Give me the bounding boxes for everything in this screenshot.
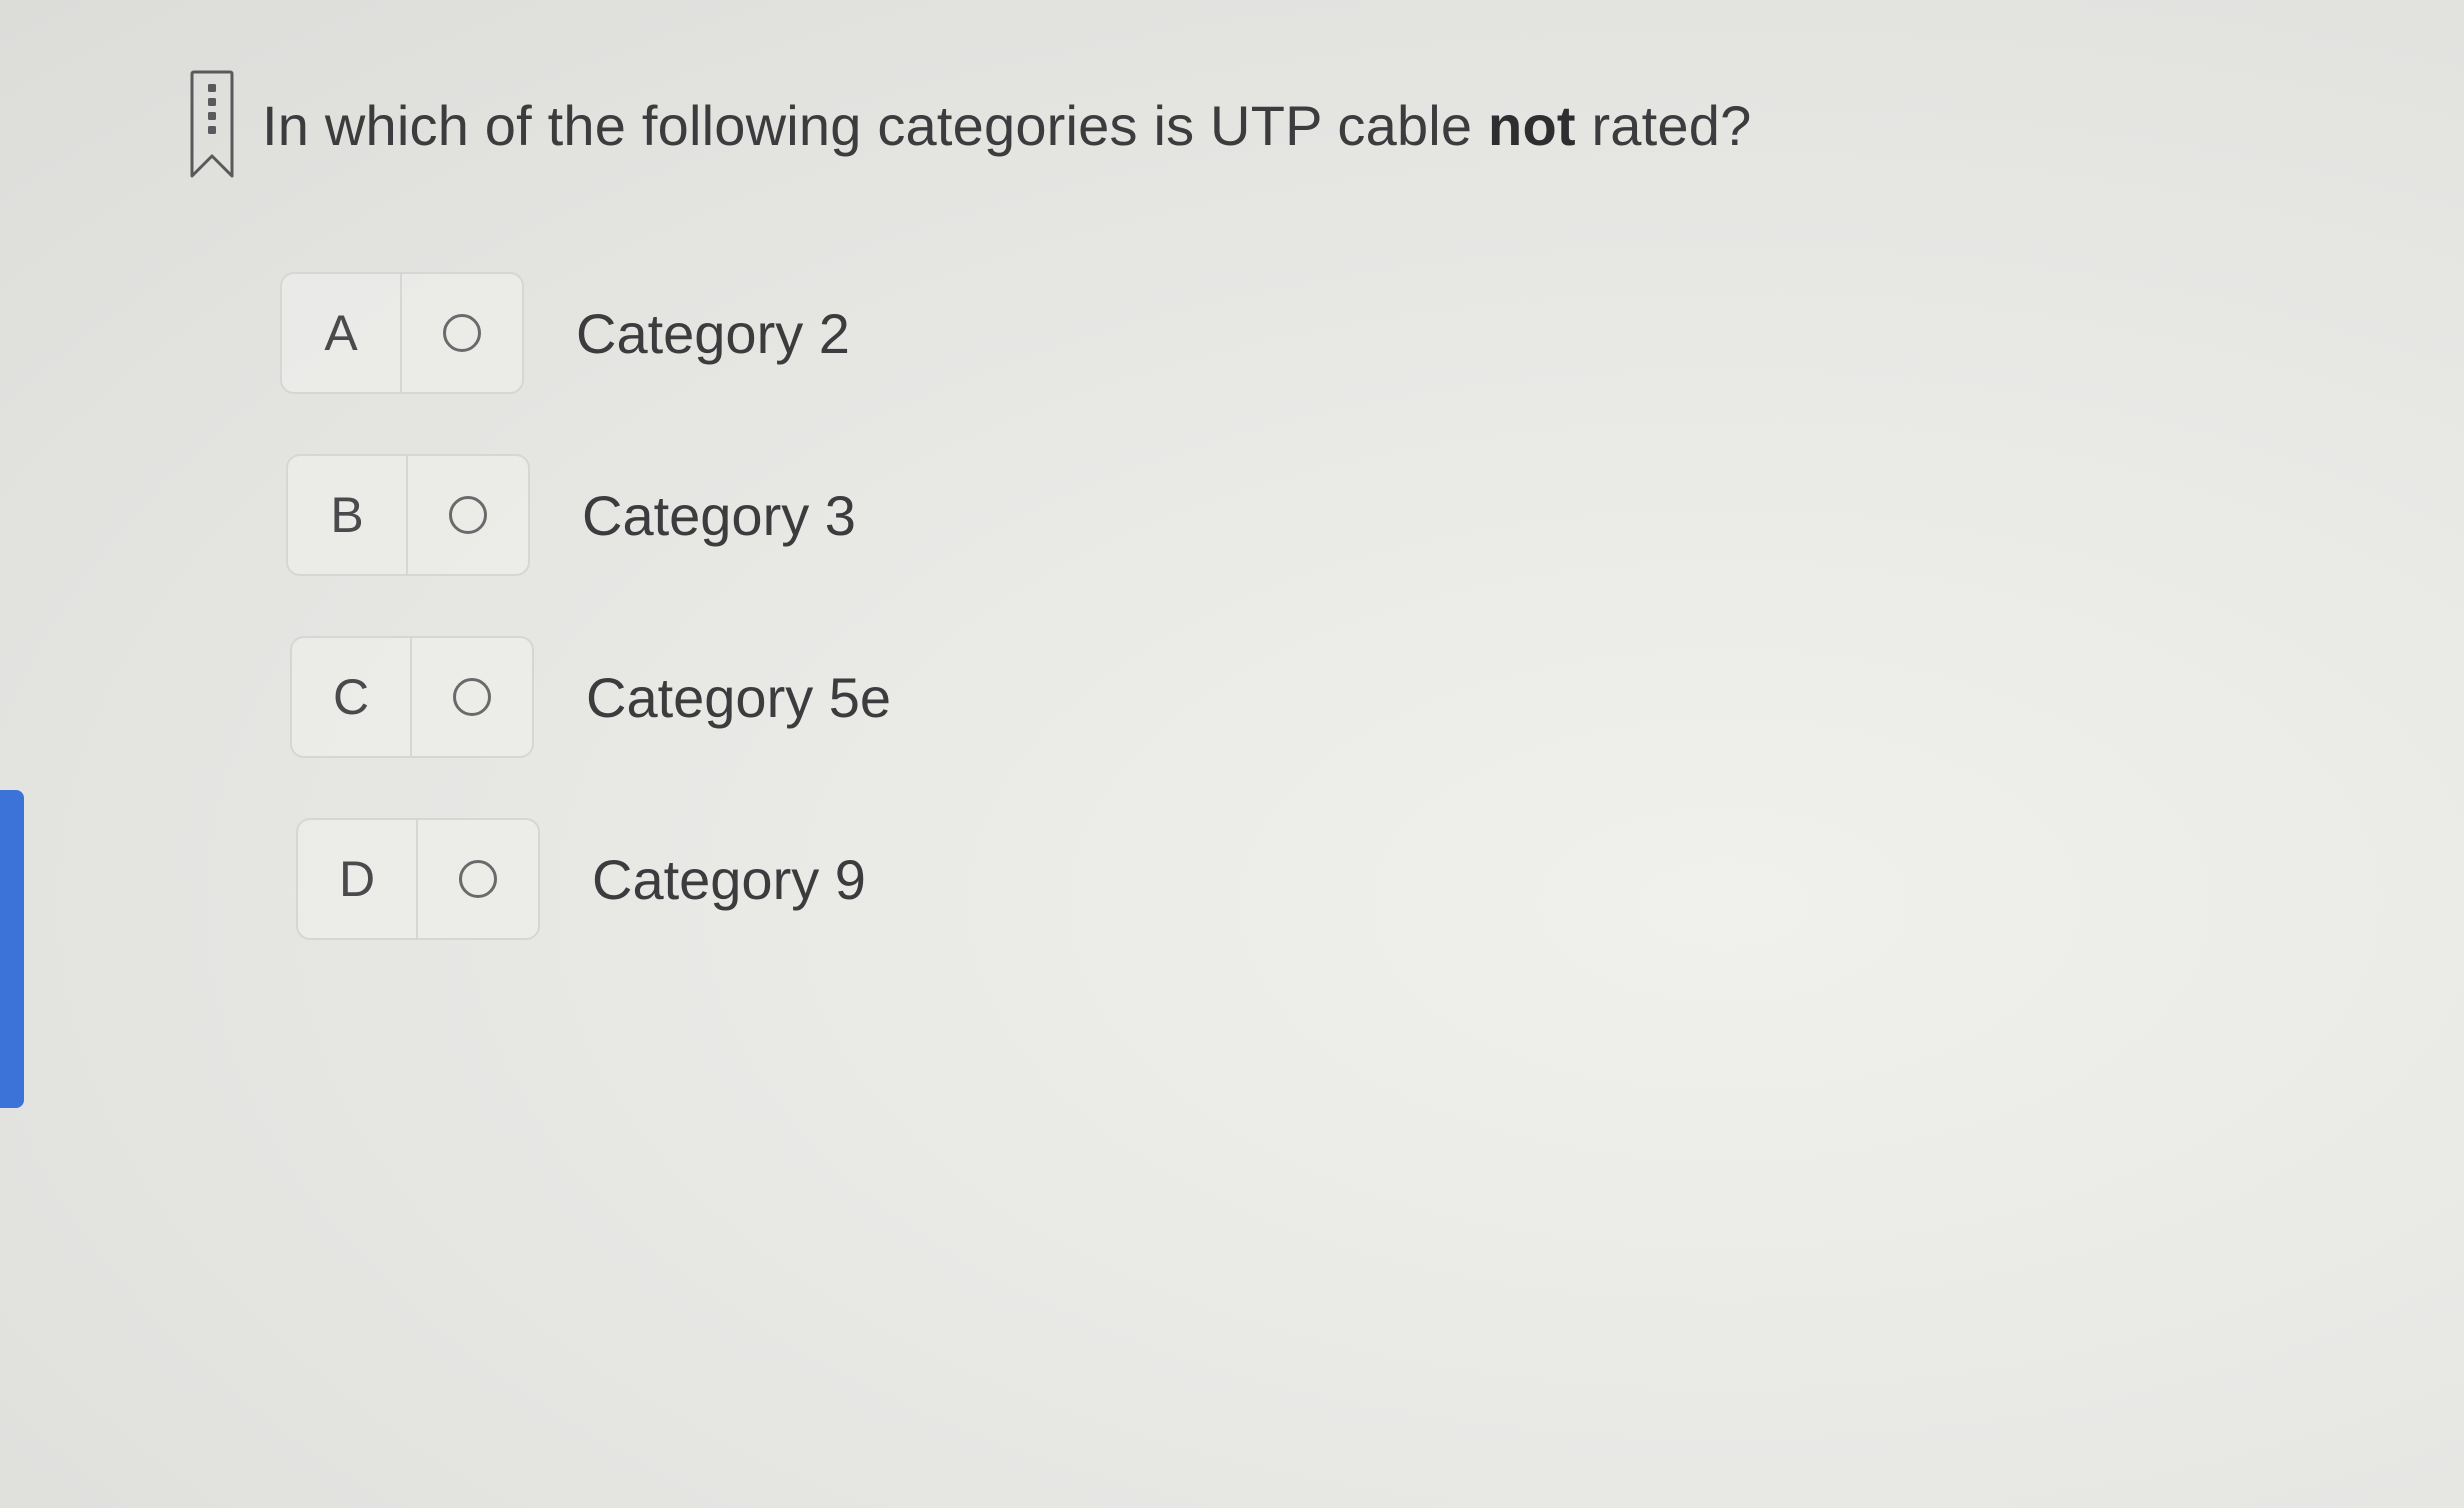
- radio-icon[interactable]: [443, 314, 481, 352]
- option-label[interactable]: Category 5e: [586, 665, 891, 730]
- quiz-page: In which of the following categories is …: [0, 0, 2464, 1508]
- option-b[interactable]: B Category 3: [286, 454, 891, 576]
- option-c[interactable]: C Category 5e: [290, 636, 891, 758]
- radio-cell[interactable]: [412, 638, 532, 756]
- choice-box[interactable]: A: [280, 272, 524, 394]
- radio-cell[interactable]: [418, 820, 538, 938]
- option-label[interactable]: Category 2: [576, 301, 850, 366]
- answer-options: A Category 2 B Category 3 C Category 5e …: [280, 272, 891, 1000]
- radio-cell[interactable]: [408, 456, 528, 574]
- bookmark-icon[interactable]: [188, 70, 236, 180]
- option-letter: B: [288, 456, 408, 574]
- option-a[interactable]: A Category 2: [280, 272, 891, 394]
- question-text-after: rated?: [1575, 93, 1752, 157]
- radio-cell[interactable]: [402, 274, 522, 392]
- radio-icon[interactable]: [449, 496, 487, 534]
- question-header: In which of the following categories is …: [188, 70, 1751, 180]
- question-text-before: In which of the following categories is …: [262, 93, 1489, 157]
- choice-box[interactable]: B: [286, 454, 530, 576]
- question-text: In which of the following categories is …: [262, 93, 1751, 158]
- question-text-emphasis: not: [1488, 93, 1576, 157]
- option-label[interactable]: Category 3: [582, 483, 856, 548]
- left-accent-tab[interactable]: [0, 790, 24, 1108]
- option-d[interactable]: D Category 9: [296, 818, 891, 940]
- radio-icon[interactable]: [453, 678, 491, 716]
- option-label[interactable]: Category 9: [592, 847, 866, 912]
- choice-box[interactable]: C: [290, 636, 534, 758]
- choice-box[interactable]: D: [296, 818, 540, 940]
- option-letter: C: [292, 638, 412, 756]
- option-letter: D: [298, 820, 418, 938]
- option-letter: A: [282, 274, 402, 392]
- radio-icon[interactable]: [459, 860, 497, 898]
